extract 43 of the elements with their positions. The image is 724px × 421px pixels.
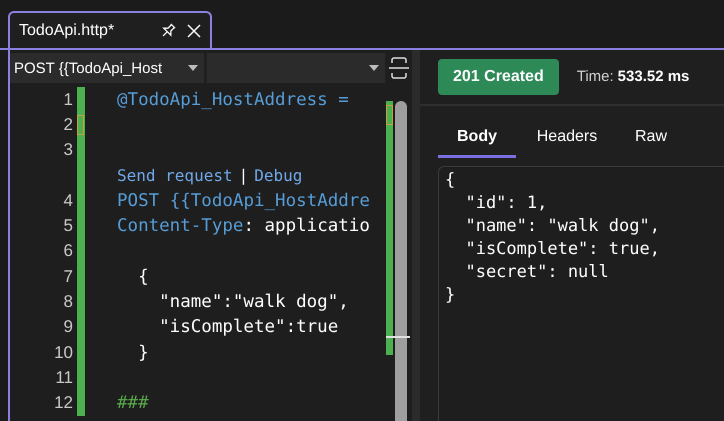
time-value: 533.52 ms bbox=[618, 68, 690, 85]
response-tab[interactable]: Headers bbox=[516, 128, 618, 158]
line-number: 6 bbox=[64, 241, 73, 262]
line-number: 9 bbox=[64, 317, 73, 338]
line-number: 10 bbox=[54, 342, 73, 363]
line-number: 3 bbox=[64, 140, 73, 160]
line-number: 8 bbox=[64, 292, 73, 312]
status-badge: 201 Created bbox=[438, 59, 559, 95]
json-line: } bbox=[445, 284, 456, 307]
line-number: 2 bbox=[64, 114, 73, 135]
request-dropdown[interactable]: POST {{TodoApi_Host bbox=[10, 53, 204, 83]
code-line: Content-Type: applicatio bbox=[117, 216, 370, 236]
split-icon[interactable] bbox=[388, 55, 410, 81]
line-number: 7 bbox=[64, 266, 73, 287]
scrollbar-thumb[interactable] bbox=[395, 101, 407, 421]
line-number: 12 bbox=[54, 393, 73, 414]
code-line: { bbox=[137, 266, 149, 287]
json-line: "isComplete": true, bbox=[464, 238, 661, 261]
file-tab[interactable]: TodoApi.http* bbox=[8, 11, 212, 49]
codelens-separator: | bbox=[238, 166, 248, 186]
code-line: POST {{TodoApi_HostAddre bbox=[117, 190, 370, 211]
line-number: 4 bbox=[64, 190, 73, 211]
json-line: "secret": null bbox=[464, 261, 610, 284]
close-icon[interactable] bbox=[186, 23, 202, 39]
caret-down-icon bbox=[188, 65, 198, 71]
line-number: 1 bbox=[64, 90, 73, 110]
json-line: "id": 1, bbox=[464, 192, 548, 215]
code-line: "name":"walk dog", bbox=[158, 292, 349, 312]
response-tab[interactable]: Raw bbox=[618, 128, 684, 158]
time-label: Time: bbox=[576, 68, 614, 85]
codelens-link[interactable]: Send request bbox=[117, 166, 233, 186]
codelens-link[interactable]: Debug bbox=[254, 166, 302, 186]
line-number: 5 bbox=[64, 216, 73, 236]
response-tab[interactable]: Body bbox=[438, 128, 516, 158]
json-line: { bbox=[445, 169, 456, 192]
scroll-position-marker bbox=[386, 336, 410, 338]
json-line: "name": "walk dog", bbox=[464, 215, 661, 238]
line-number: 11 bbox=[55, 368, 73, 388]
code-line: } bbox=[137, 342, 149, 363]
code-line: "isComplete":true bbox=[158, 317, 338, 338]
code-line: ### bbox=[117, 393, 149, 414]
code-line: @TodoApi_HostAddress = bbox=[117, 90, 350, 110]
caret-down-icon bbox=[369, 65, 379, 71]
